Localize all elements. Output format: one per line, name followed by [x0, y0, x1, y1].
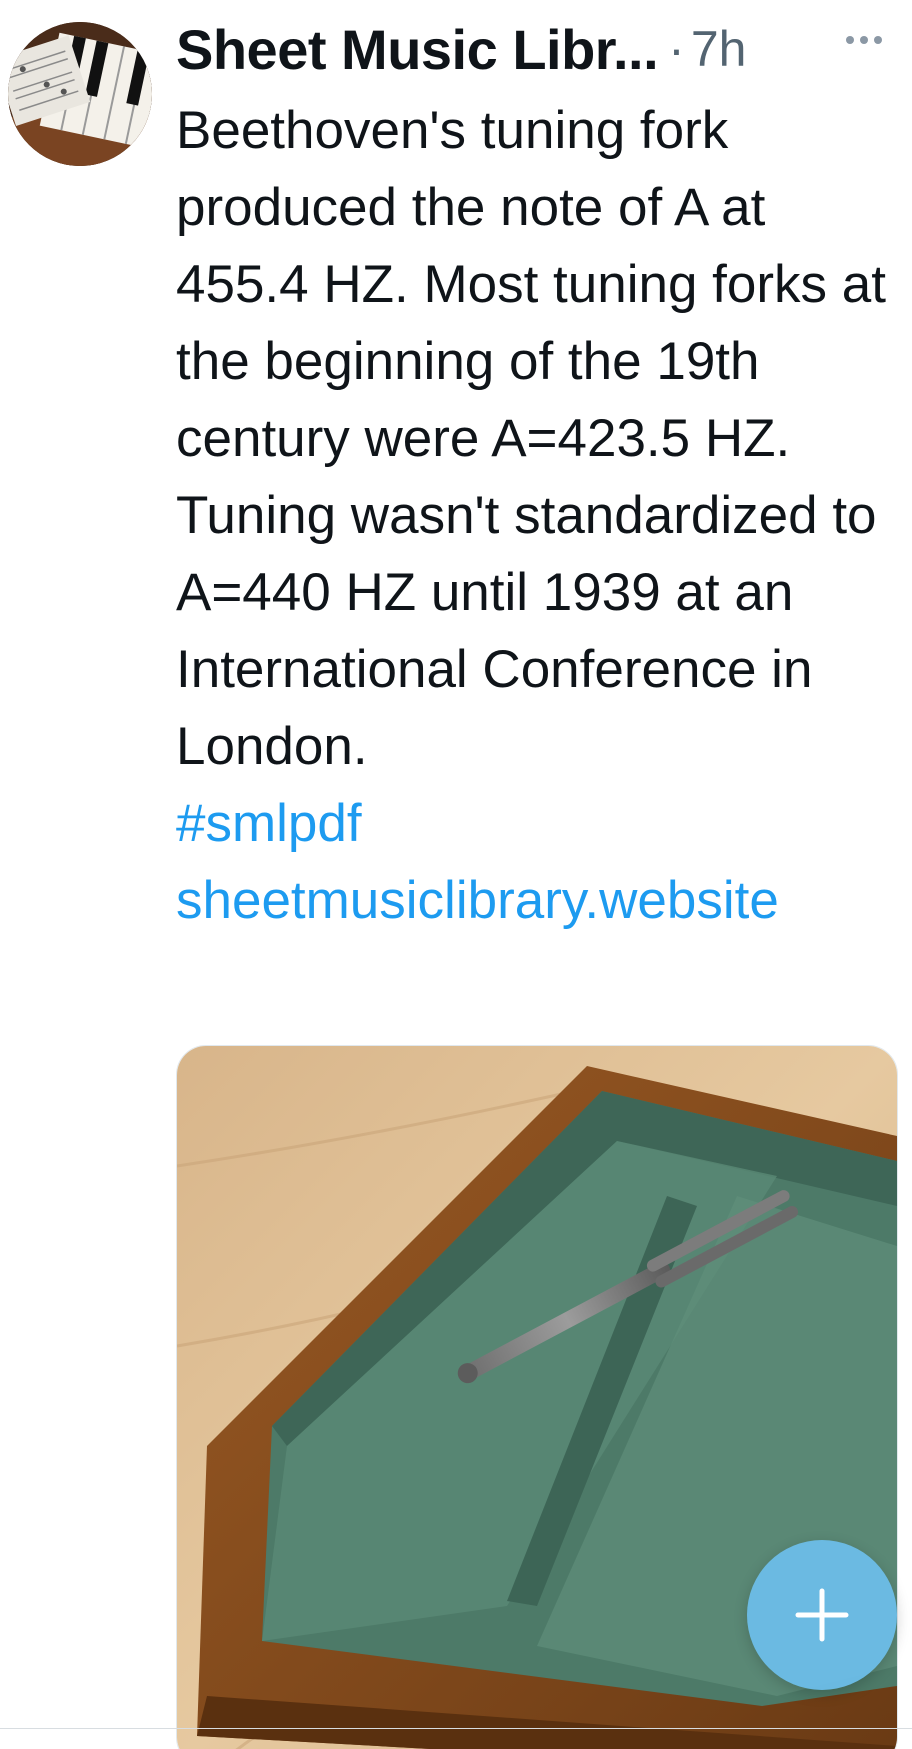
tweet-text: Beethoven's tuning fork produced the not… [176, 101, 886, 776]
avatar[interactable] [8, 22, 152, 166]
website-link[interactable]: sheetmusiclibrary.website [176, 862, 896, 939]
plus-icon [795, 1588, 849, 1642]
tweet-body: Beethoven's tuning fork produced the not… [176, 92, 896, 939]
hashtag-link[interactable]: #smlpdf [176, 785, 896, 862]
more-horizontal-icon[interactable] [846, 36, 882, 44]
separator-dot: · [668, 21, 685, 77]
author-name[interactable]: Sheet Music Libr... [176, 17, 659, 82]
compose-button[interactable] [747, 1540, 897, 1690]
timestamp[interactable]: 7h [691, 20, 747, 78]
tweet-header: Sheet Music Libr... · 7h [176, 14, 746, 84]
tweet[interactable]: Sheet Music Libr... · 7h Beethoven's tun… [0, 0, 912, 1749]
bottom-divider [0, 1728, 912, 1729]
